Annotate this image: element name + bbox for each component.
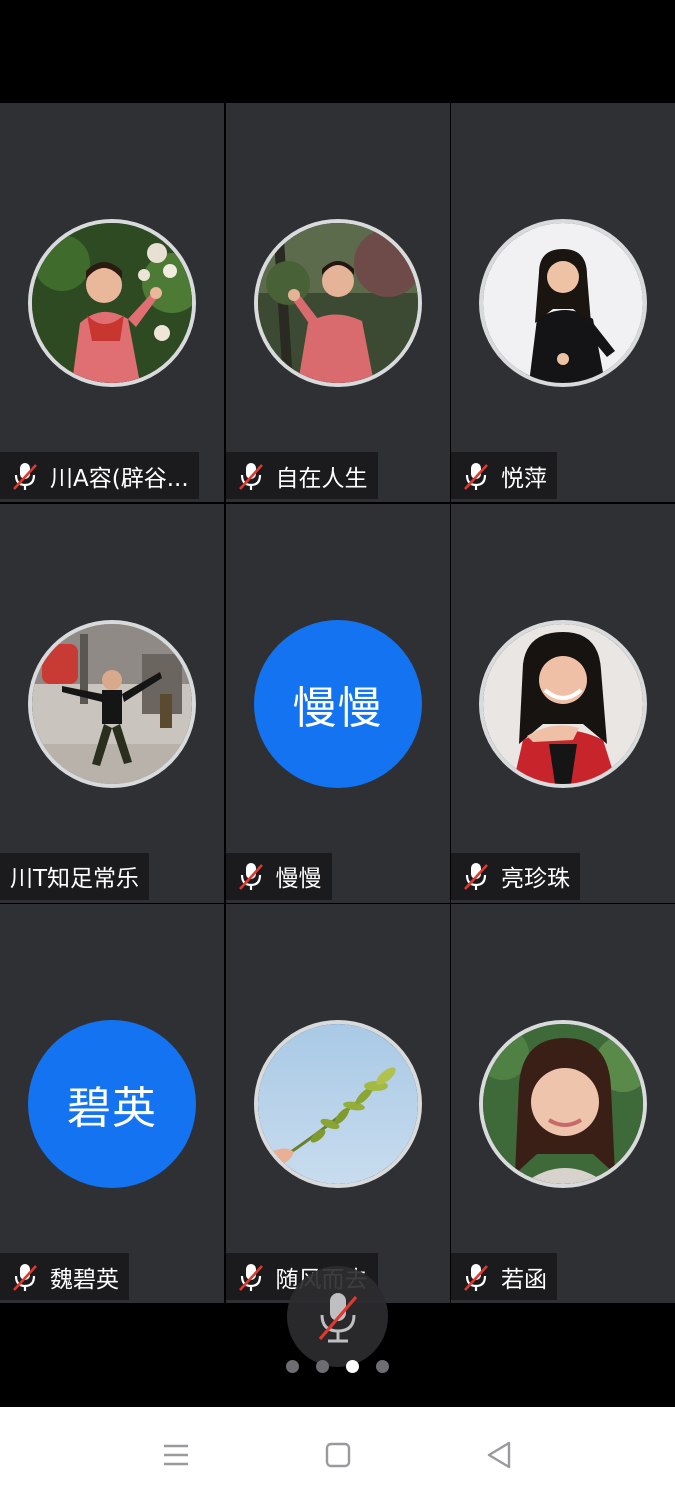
mute-toggle-button[interactable] xyxy=(287,1266,388,1367)
menu-button[interactable] xyxy=(156,1435,196,1475)
participant-name: 慢慢 xyxy=(275,866,322,892)
page-dot-active[interactable] xyxy=(346,1360,359,1373)
participant-text-avatar: 慢慢 xyxy=(253,619,422,788)
participant-name: 川T知足常乐 xyxy=(10,866,140,892)
participant-name: 悦萍 xyxy=(501,465,547,492)
participant-tile[interactable]: 若函 xyxy=(451,904,675,1303)
participant-name-tag: 慢慢 xyxy=(225,852,332,900)
avatar-photo xyxy=(32,623,192,784)
participant-avatar xyxy=(28,619,196,788)
mic-off-icon xyxy=(464,462,488,490)
back-icon xyxy=(487,1441,511,1469)
mic-off-icon xyxy=(13,1263,37,1291)
avatar-photo xyxy=(483,623,643,784)
participant-tile[interactable]: 亮珍珠 xyxy=(451,503,675,903)
avatar-photo xyxy=(483,223,643,383)
participant-name: 川A容(辟谷... xyxy=(50,465,189,492)
participant-avatar xyxy=(253,219,422,387)
page-dot[interactable] xyxy=(316,1360,329,1373)
participant-text-avatar: 碧英 xyxy=(28,1020,196,1188)
status-area xyxy=(0,0,675,103)
participant-name-tag: 若函 xyxy=(451,1253,557,1300)
back-button[interactable] xyxy=(479,1435,519,1475)
participant-name-tag: 魏碧英 xyxy=(0,1253,129,1300)
participant-tile[interactable]: 川T知足常乐 xyxy=(0,503,224,903)
participant-name-tag: 悦萍 xyxy=(451,452,557,499)
participant-tile[interactable]: 川A容(辟谷... xyxy=(0,103,224,502)
mic-off-icon xyxy=(464,863,488,890)
participant-name-tag: 自在人生 xyxy=(225,452,378,499)
home-icon xyxy=(325,1442,351,1468)
participant-avatar xyxy=(479,219,647,387)
participant-name-tag: 川A容(辟谷... xyxy=(0,452,199,499)
participant-name-tag: 川T知足常乐 xyxy=(0,852,150,900)
participant-tile[interactable]: 自在人生 xyxy=(225,103,450,502)
participant-tile[interactable]: 随风而去 xyxy=(225,904,450,1303)
meeting-screen: 川A容(辟谷... 自在人生 悦萍 川T知足常乐 慢慢 慢慢 亮珍珠 碧英 魏碧… xyxy=(0,0,675,1500)
participant-name: 亮珍珠 xyxy=(501,866,570,892)
participant-name: 若函 xyxy=(501,1266,547,1293)
participant-grid: 川A容(辟谷... 自在人生 悦萍 川T知足常乐 慢慢 慢慢 亮珍珠 碧英 魏碧… xyxy=(0,103,675,1303)
avatar-photo xyxy=(257,223,418,383)
participant-name: 自在人生 xyxy=(275,465,368,492)
participant-tile[interactable]: 悦萍 xyxy=(451,103,675,502)
mic-off-icon xyxy=(238,863,263,890)
mic-off-icon xyxy=(464,1263,488,1291)
participant-tile[interactable]: 慢慢 慢慢 xyxy=(225,503,450,903)
mic-off-icon xyxy=(238,462,263,490)
page-indicator[interactable] xyxy=(0,1360,675,1376)
home-button[interactable] xyxy=(318,1435,358,1475)
mic-off-icon xyxy=(318,1292,357,1342)
participant-avatar xyxy=(28,219,196,387)
participant-avatar xyxy=(253,1020,422,1188)
participant-tile[interactable]: 碧英 魏碧英 xyxy=(0,904,224,1303)
avatar-photo xyxy=(32,223,192,383)
page-dot[interactable] xyxy=(286,1360,299,1373)
mic-off-icon xyxy=(238,1263,263,1291)
participant-avatar xyxy=(479,619,647,788)
page-dot[interactable] xyxy=(376,1360,389,1373)
system-nav-bar xyxy=(0,1407,675,1500)
menu-icon xyxy=(164,1444,188,1466)
participant-name: 魏碧英 xyxy=(50,1266,119,1293)
participant-name-tag: 亮珍珠 xyxy=(451,852,580,900)
avatar-photo xyxy=(257,1024,418,1184)
mic-off-icon xyxy=(13,462,37,490)
participant-avatar xyxy=(479,1020,647,1188)
avatar-photo xyxy=(483,1024,643,1184)
